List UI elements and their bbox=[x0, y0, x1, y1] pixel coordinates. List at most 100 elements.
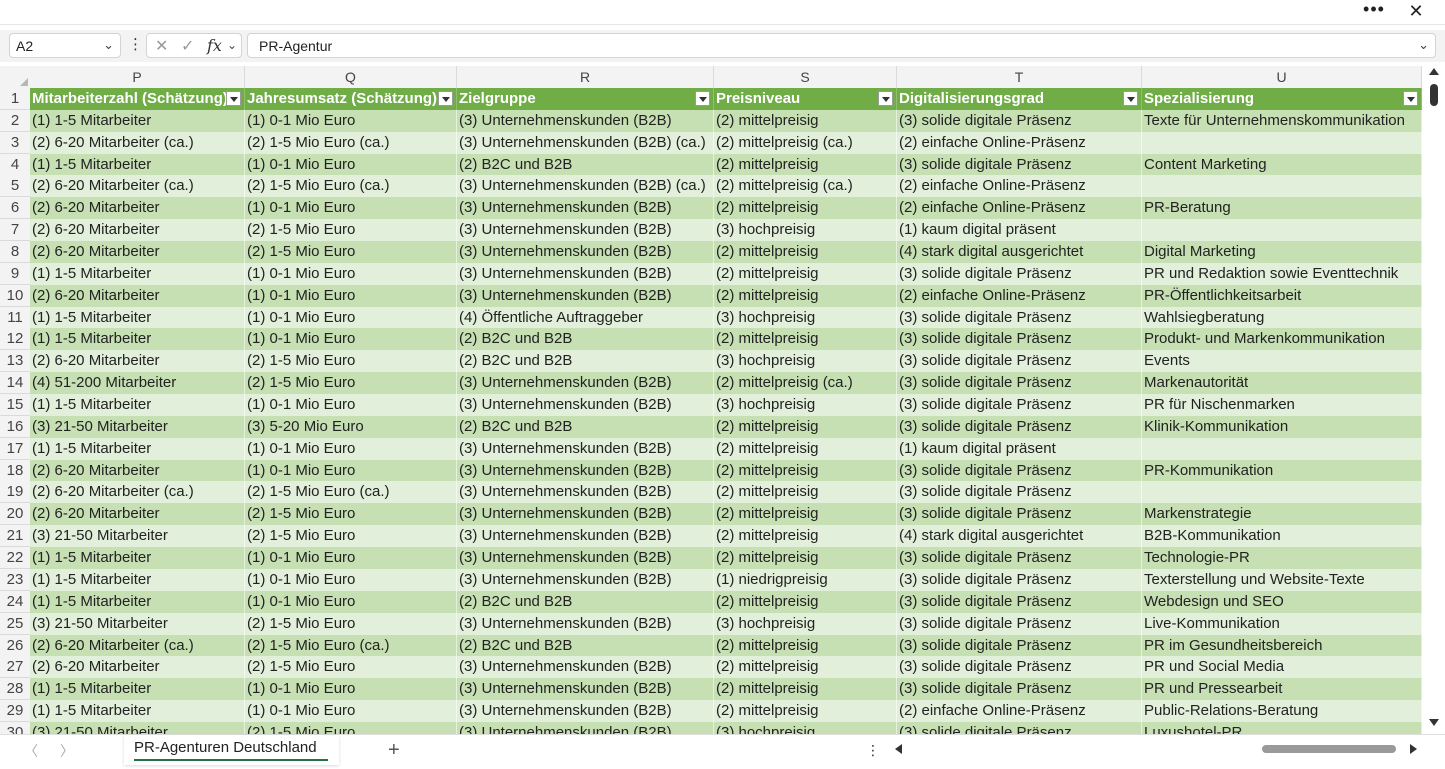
cell[interactable]: B2B-Kommunikation bbox=[1142, 525, 1422, 548]
cell[interactable]: (1) kaum digital präsent bbox=[897, 219, 1142, 242]
cell[interactable]: Digital Marketing bbox=[1142, 241, 1422, 264]
column-header-p[interactable]: P bbox=[30, 66, 245, 88]
filter-dropdown-icon[interactable] bbox=[695, 91, 710, 106]
cell[interactable]: (1) 1-5 Mitarbeiter bbox=[30, 262, 245, 285]
cell[interactable]: (3) solide digitale Präsenz bbox=[897, 415, 1142, 438]
cell[interactable]: (2) 1-5 Mio Euro bbox=[245, 372, 457, 395]
cell[interactable]: (1) 0-1 Mio Euro bbox=[245, 394, 457, 417]
cell[interactable]: (1) 0-1 Mio Euro bbox=[245, 568, 457, 591]
cell[interactable]: Live-Kommunikation bbox=[1142, 612, 1422, 635]
cell[interactable]: (3) solide digitale Präsenz bbox=[897, 481, 1142, 504]
cell[interactable]: (1) 1-5 Mitarbeiter bbox=[30, 109, 245, 132]
cell[interactable]: (1) 1-5 Mitarbeiter bbox=[30, 700, 245, 723]
column-header-r[interactable]: R bbox=[457, 66, 714, 88]
cell[interactable]: PR-Öffentlichkeitsarbeit bbox=[1142, 284, 1422, 307]
cell[interactable]: (2) B2C und B2B bbox=[457, 415, 714, 438]
cell[interactable]: (2) mittelpreisig bbox=[714, 262, 897, 285]
cell[interactable]: (2) mittelpreisig (ca.) bbox=[714, 131, 897, 154]
row-header[interactable]: 16 bbox=[0, 415, 30, 438]
cell[interactable]: (2) 6-20 Mitarbeiter (ca.) bbox=[30, 131, 245, 154]
cell[interactable]: (2) 1-5 Mio Euro (ca.) bbox=[245, 131, 457, 154]
cell[interactable]: (3) Unternehmenskunden (B2B) bbox=[457, 547, 714, 570]
cell[interactable]: (2) mittelpreisig bbox=[714, 590, 897, 613]
row-header[interactable]: 10 bbox=[0, 284, 30, 307]
row-header[interactable]: 7 bbox=[0, 219, 30, 242]
cell[interactable]: (2) 1-5 Mio Euro (ca.) bbox=[245, 634, 457, 657]
cell[interactable]: (2) mittelpreisig bbox=[714, 241, 897, 264]
cell[interactable]: (3) Unternehmenskunden (B2B) bbox=[457, 459, 714, 482]
cell[interactable]: PR für Nischenmarken bbox=[1142, 394, 1422, 417]
cell[interactable]: (2) mittelpreisig bbox=[714, 525, 897, 548]
cell[interactable]: (3) Unternehmenskunden (B2B) bbox=[457, 241, 714, 264]
cell[interactable]: (3) Unternehmenskunden (B2B) bbox=[457, 700, 714, 723]
row-header[interactable]: 28 bbox=[0, 678, 30, 701]
cell[interactable]: (3) solide digitale Präsenz bbox=[897, 678, 1142, 701]
cell[interactable]: (2) einfache Online-Präsenz bbox=[897, 197, 1142, 220]
sheet-options-icon[interactable]: ⋮ bbox=[866, 742, 880, 759]
cell[interactable]: (2) einfache Online-Präsenz bbox=[897, 284, 1142, 307]
row-header[interactable]: 19 bbox=[0, 481, 30, 504]
cell[interactable]: PR-Beratung bbox=[1142, 197, 1422, 220]
chevron-down-icon[interactable]: ⌄ bbox=[103, 37, 114, 53]
cell[interactable]: (2) mittelpreisig bbox=[714, 437, 897, 460]
row-header[interactable]: 8 bbox=[0, 241, 30, 264]
cell[interactable]: (2) mittelpreisig bbox=[714, 153, 897, 176]
cell[interactable] bbox=[1142, 437, 1422, 460]
vertical-scrollbar[interactable] bbox=[1424, 66, 1445, 734]
more-options-icon[interactable]: ••• bbox=[1363, 0, 1385, 22]
cell[interactable]: (3) solide digitale Präsenz bbox=[897, 394, 1142, 417]
row-header[interactable]: 17 bbox=[0, 437, 30, 460]
cell[interactable]: (3) Unternehmenskunden (B2B) bbox=[457, 437, 714, 460]
cell[interactable]: (3) 5-20 Mio Euro bbox=[245, 415, 457, 438]
close-icon[interactable]: ✕ bbox=[1405, 0, 1427, 22]
row-header[interactable]: 29 bbox=[0, 700, 30, 723]
cell[interactable]: Content Marketing bbox=[1142, 153, 1422, 176]
cell[interactable]: (3) hochpreisig bbox=[714, 350, 897, 373]
filter-dropdown-icon[interactable] bbox=[438, 91, 453, 106]
cell[interactable]: (2) B2C und B2B bbox=[457, 634, 714, 657]
cell[interactable]: (2) mittelpreisig (ca.) bbox=[714, 175, 897, 198]
cell[interactable]: (2) mittelpreisig bbox=[714, 284, 897, 307]
row-header[interactable]: 13 bbox=[0, 350, 30, 373]
row-header[interactable]: 3 bbox=[0, 131, 30, 154]
row-header[interactable]: 20 bbox=[0, 503, 30, 526]
cell[interactable]: (2) mittelpreisig bbox=[714, 634, 897, 657]
row-header[interactable]: 27 bbox=[0, 656, 30, 679]
expand-formula-icon[interactable]: ⌄ bbox=[1418, 37, 1429, 53]
cell[interactable]: (1) 1-5 Mitarbeiter bbox=[30, 678, 245, 701]
cell[interactable]: (3) solide digitale Präsenz bbox=[897, 109, 1142, 132]
cell[interactable]: (3) 21-50 Mitarbeiter bbox=[30, 612, 245, 635]
cell[interactable]: (1) niedrigpreisig bbox=[714, 568, 897, 591]
cell[interactable]: (1) 0-1 Mio Euro bbox=[245, 437, 457, 460]
column-header-s[interactable]: S bbox=[714, 66, 897, 88]
cell[interactable]: (2) mittelpreisig bbox=[714, 700, 897, 723]
chevron-down-icon[interactable]: ⌄ bbox=[227, 38, 237, 52]
cell[interactable]: (2) B2C und B2B bbox=[457, 153, 714, 176]
cell[interactable]: (3) hochpreisig bbox=[714, 612, 897, 635]
cell[interactable]: (2) 1-5 Mio Euro bbox=[245, 350, 457, 373]
cell[interactable]: (2) 6-20 Mitarbeiter bbox=[30, 284, 245, 307]
row-header[interactable]: 14 bbox=[0, 372, 30, 395]
row-header[interactable]: 11 bbox=[0, 306, 30, 329]
row-header[interactable]: 22 bbox=[0, 547, 30, 570]
cell[interactable]: (1) 1-5 Mitarbeiter bbox=[30, 306, 245, 329]
vertical-scroll-thumb[interactable] bbox=[1430, 84, 1438, 106]
cell[interactable]: Webdesign und SEO bbox=[1142, 590, 1422, 613]
column-header-t[interactable]: T bbox=[897, 66, 1142, 88]
cell[interactable]: (2) 6-20 Mitarbeiter (ca.) bbox=[30, 634, 245, 657]
cell[interactable]: (2) 6-20 Mitarbeiter bbox=[30, 219, 245, 242]
cell[interactable]: (2) 6-20 Mitarbeiter bbox=[30, 197, 245, 220]
row-header[interactable]: 26 bbox=[0, 634, 30, 657]
cell[interactable]: (3) Unternehmenskunden (B2B) bbox=[457, 219, 714, 242]
cell[interactable]: (4) stark digital ausgerichtet bbox=[897, 525, 1142, 548]
cell[interactable]: (2) mittelpreisig bbox=[714, 481, 897, 504]
cell[interactable]: (3) Unternehmenskunden (B2B) bbox=[457, 481, 714, 504]
row-header[interactable]: 15 bbox=[0, 394, 30, 417]
cell[interactable]: (3) solide digitale Präsenz bbox=[897, 350, 1142, 373]
filter-dropdown-icon[interactable] bbox=[226, 91, 241, 106]
row-header[interactable]: 6 bbox=[0, 197, 30, 220]
cell[interactable]: (1) 0-1 Mio Euro bbox=[245, 459, 457, 482]
next-sheet-icon[interactable]: 〉 bbox=[60, 741, 74, 761]
cell[interactable]: (1) 0-1 Mio Euro bbox=[245, 547, 457, 570]
row-header[interactable]: 1 bbox=[0, 88, 30, 110]
